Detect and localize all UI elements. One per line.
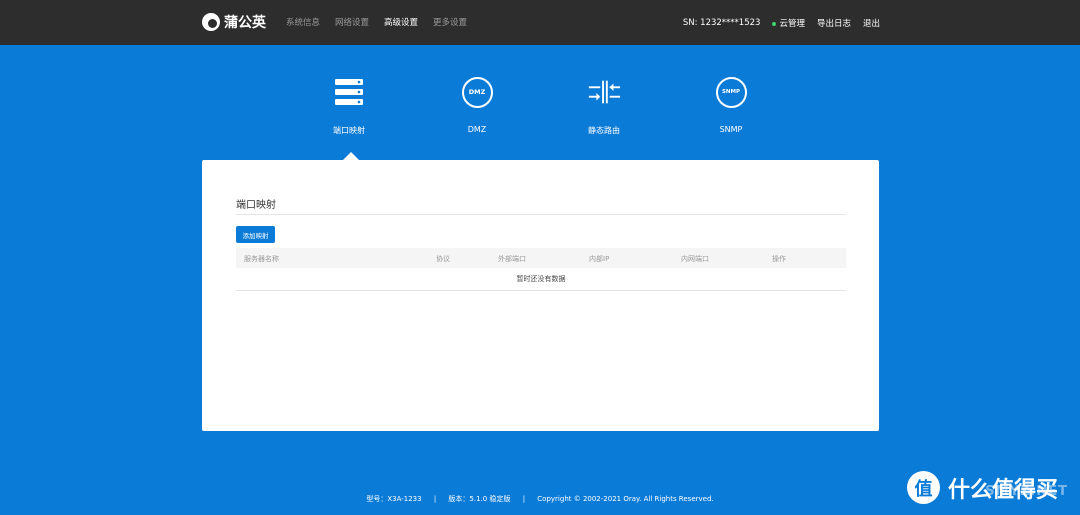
dmz-icon-text: DMZ xyxy=(461,76,493,108)
col-server-name: 服务器名称 xyxy=(244,255,279,263)
logout-link[interactable]: 退出 xyxy=(863,17,880,29)
feature-static-route[interactable]: 静态路由 xyxy=(564,75,644,136)
nav-advanced-settings[interactable]: 高级设置 xyxy=(384,16,418,28)
port-mapping-panel: 端口映射 添加映射 服务器名称 协议 外部端口 内部IP 内网端口 操作 暂时还… xyxy=(202,160,879,431)
add-mapping-button[interactable]: 添加映射 xyxy=(236,226,275,243)
feature-port-mapping[interactable]: 端口映射 xyxy=(309,75,389,136)
footer-copyright: Copyright © 2002-2021 Oray. All Rights R… xyxy=(537,495,714,503)
feature-snmp-label: SNMP xyxy=(719,125,743,134)
route-arrows-icon xyxy=(587,75,621,109)
dmz-icon: DMZ xyxy=(460,75,494,109)
table-empty-message: 暂时还没有数据 xyxy=(236,268,846,291)
online-status-dot-icon xyxy=(772,21,777,26)
top-nav-bar: 蒲公英 系统信息 网络设置 高级设置 更多设置 SN: 1232****1523… xyxy=(0,0,1080,45)
col-internal-port: 内网端口 xyxy=(681,255,709,263)
cloud-manage-label: 云管理 xyxy=(779,19,805,29)
active-feature-pointer xyxy=(343,152,359,160)
main-nav: 系统信息 网络设置 高级设置 更多设置 xyxy=(286,16,467,28)
feature-port-mapping-label: 端口映射 xyxy=(333,126,365,135)
footer-separator: | xyxy=(522,495,526,503)
watermark-logo-icon: 值 xyxy=(906,471,940,504)
panel-title: 端口映射 xyxy=(236,200,276,211)
server-stack-icon xyxy=(332,75,366,109)
brand-logo[interactable]: 蒲公英 xyxy=(202,12,266,32)
col-internal-ip: 内部IP xyxy=(589,255,610,263)
feature-snmp[interactable]: SNMP SNMP xyxy=(691,75,771,134)
snmp-icon-text: SNMP xyxy=(715,76,747,108)
footer-separator: | xyxy=(433,495,437,503)
panel-divider xyxy=(236,214,846,215)
feature-dmz[interactable]: DMZ DMZ xyxy=(437,75,517,134)
nav-system-info[interactable]: 系统信息 xyxy=(286,16,320,28)
feature-static-route-label: 静态路由 xyxy=(588,126,620,135)
col-actions: 操作 xyxy=(772,255,786,263)
watermark-subtext: SMYZ.NET xyxy=(985,484,1068,499)
footer-version: 版本：5.1.0 稳定版 xyxy=(448,495,511,503)
brand-name: 蒲公英 xyxy=(224,15,266,31)
nav-network-settings[interactable]: 网络设置 xyxy=(335,16,369,28)
col-protocol: 协议 xyxy=(436,255,450,263)
feature-dmz-label: DMZ xyxy=(467,125,487,134)
export-log-link[interactable]: 导出日志 xyxy=(817,17,851,29)
header-actions: SN: 1232****1523 云管理 导出日志 退出 xyxy=(671,17,880,29)
dandelion-logo-icon xyxy=(202,13,220,31)
nav-more-settings[interactable]: 更多设置 xyxy=(433,16,467,28)
table-header: 服务器名称 协议 外部端口 内部IP 内网端口 操作 xyxy=(236,248,846,268)
col-external-port: 外部端口 xyxy=(498,255,526,263)
serial-number: SN: 1232****1523 xyxy=(682,18,761,28)
cloud-manage-link[interactable]: 云管理 xyxy=(772,17,805,29)
footer-model: 型号：X3A-1233 xyxy=(366,495,422,503)
snmp-icon: SNMP xyxy=(714,75,748,109)
